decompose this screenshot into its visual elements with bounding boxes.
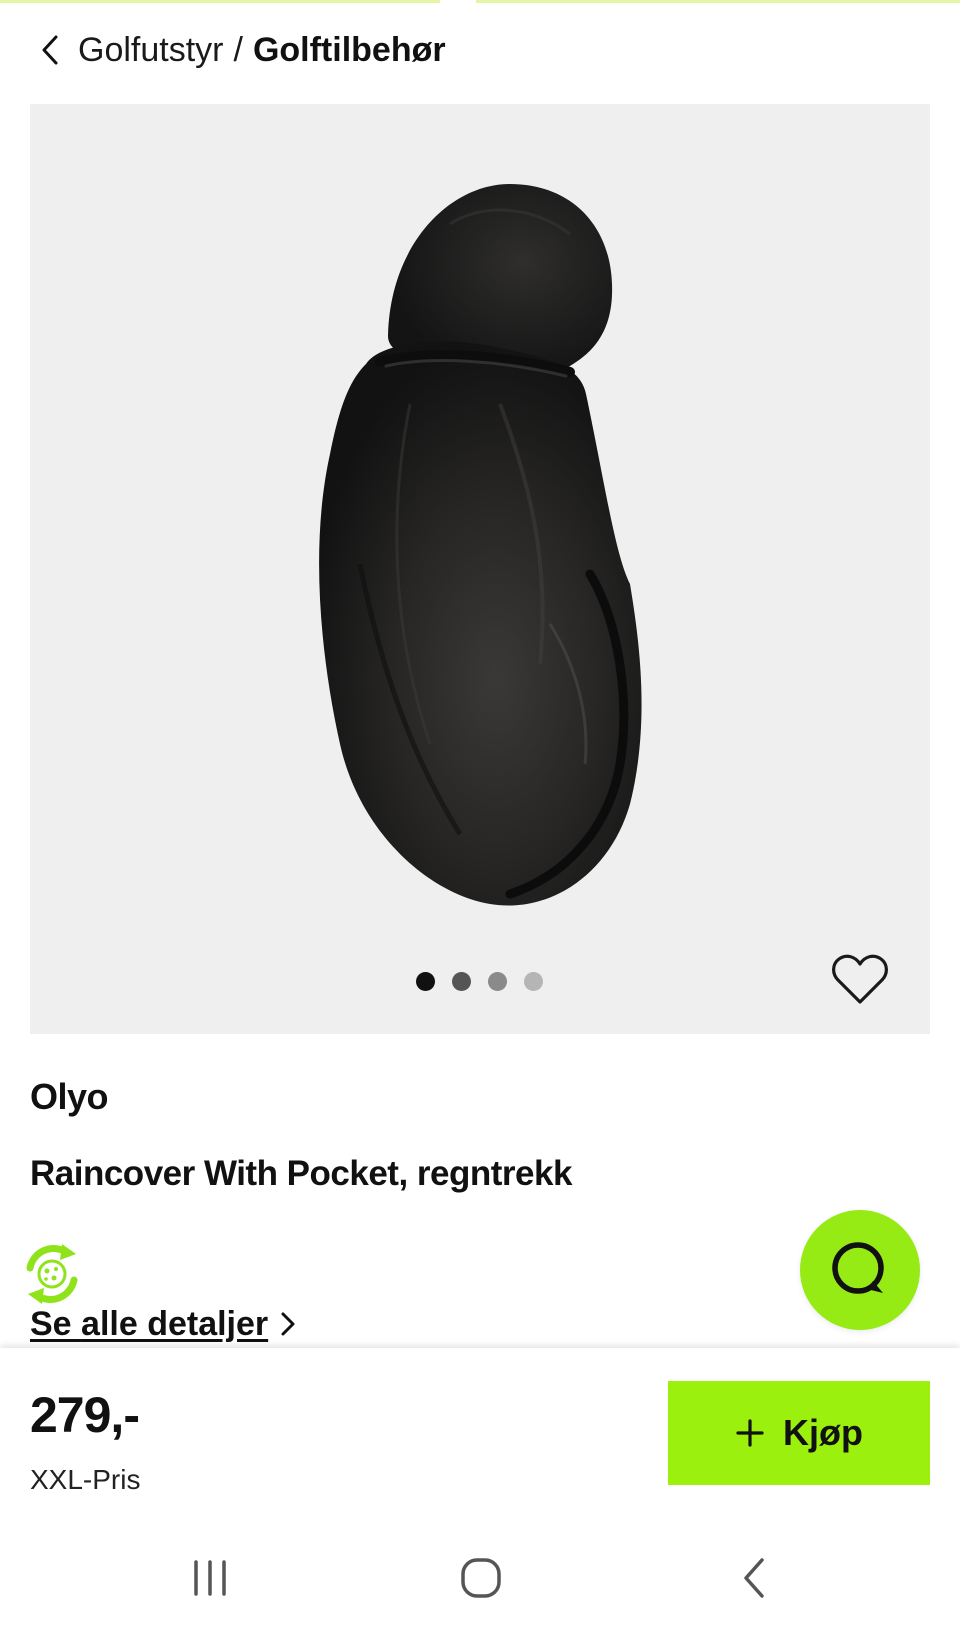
details-link-label: alle detaljer — [81, 1304, 269, 1343]
details-link-prefix: Se — [30, 1304, 82, 1343]
chevron-right-icon — [281, 1312, 295, 1336]
system-navigation-bar — [0, 1518, 960, 1636]
breadcrumb-parent-link[interactable]: Golfutstyr — [78, 31, 223, 70]
purchase-bar: 279,- XXL-Pris Kjøp — [0, 1348, 960, 1518]
carousel-dot-3[interactable] — [488, 972, 507, 991]
heart-outline-icon — [832, 954, 888, 1004]
breadcrumb: Golfutstyr / Golftilbehør — [40, 28, 446, 72]
product-title: Raincover With Pocket, regntrekk — [30, 1154, 572, 1193]
top-accent-segment — [476, 0, 960, 3]
carousel-dot-4[interactable] — [524, 972, 543, 991]
buy-button-label: Kjøp — [783, 1412, 863, 1453]
favorite-button[interactable] — [830, 950, 890, 1010]
buy-button[interactable]: Kjøp — [668, 1381, 930, 1485]
breadcrumb-separator: / — [233, 30, 243, 69]
breadcrumb-current: Golftilbehør — [252, 30, 446, 69]
plus-icon — [736, 1419, 764, 1447]
top-accent-segment — [0, 0, 440, 3]
carousel-dots — [416, 972, 543, 991]
carousel-dot-2[interactable] — [452, 972, 471, 991]
carousel-dot-1[interactable] — [416, 972, 435, 991]
see-all-details-link[interactable]: Se alle detaljer — [30, 1302, 296, 1346]
chat-button[interactable] — [800, 1210, 920, 1330]
product-brand: Olyo — [30, 1076, 109, 1117]
top-accent-bar — [0, 0, 960, 4]
chat-bubble-icon — [832, 1242, 884, 1294]
price-label: XXL-Pris — [30, 1464, 141, 1495]
back-icon[interactable] — [734, 1554, 774, 1602]
chevron-left-icon[interactable] — [40, 32, 68, 68]
product-price: 279,- — [30, 1387, 140, 1443]
product-image-gallery[interactable] — [30, 104, 930, 1034]
product-image[interactable] — [30, 104, 930, 1034]
home-icon[interactable] — [456, 1554, 506, 1602]
recent-apps-icon[interactable] — [186, 1554, 234, 1602]
recycle-badge-icon[interactable] — [16, 1238, 88, 1310]
